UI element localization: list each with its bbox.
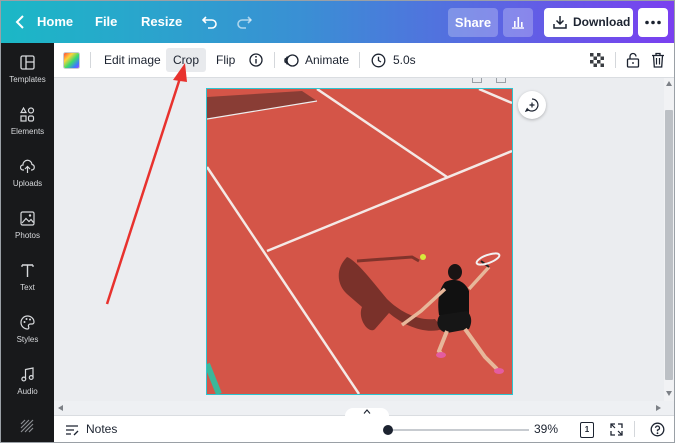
undo-icon[interactable]	[202, 14, 218, 30]
app-window: Home File Resize Share Download Template…	[0, 0, 675, 443]
zoom-level[interactable]: 39%	[534, 416, 558, 442]
context-toolbar: Edit image Crop Flip Animate 5.0s	[54, 43, 674, 78]
toolbar-divider	[274, 52, 275, 68]
zoom-slider-handle[interactable]	[383, 425, 393, 435]
add-comment-icon	[525, 98, 539, 112]
color-picker-icon[interactable]	[63, 52, 80, 69]
download-icon	[553, 16, 567, 29]
more-apps-icon[interactable]	[20, 419, 35, 434]
pages-panel-handle[interactable]	[345, 408, 389, 416]
toolbar-divider	[359, 52, 360, 68]
toolbar-divider	[615, 52, 616, 68]
sidebar-item-label: Styles	[16, 335, 39, 344]
file-menu[interactable]: File	[95, 1, 117, 43]
sidebar-item-photos[interactable]: Photos	[1, 205, 54, 257]
home-button[interactable]: Home	[37, 1, 73, 43]
tennis-court-image	[207, 89, 512, 394]
info-icon[interactable]	[249, 53, 263, 67]
top-bar: Home File Resize Share Download	[1, 1, 674, 43]
sidebar-item-uploads[interactable]: Uploads	[1, 153, 54, 205]
duration-button[interactable]: 5.0s	[393, 43, 416, 77]
scroll-left-icon[interactable]	[58, 405, 63, 411]
sidebar-item-label: Audio	[17, 387, 38, 396]
download-label: Download	[573, 15, 631, 29]
animate-icon	[284, 54, 299, 67]
unlock-icon[interactable]	[626, 52, 640, 68]
sidebar-item-styles[interactable]: Styles	[1, 309, 54, 361]
duplicate-page-icon[interactable]	[472, 78, 482, 83]
zoom-slider[interactable]	[387, 429, 529, 431]
sidebar-item-audio[interactable]: Audio	[1, 361, 54, 413]
more-options-button[interactable]	[638, 8, 668, 37]
flip-button[interactable]: Flip	[216, 43, 235, 77]
sidebar-item-label: Templates	[9, 75, 46, 84]
add-comment-button[interactable]	[518, 91, 546, 119]
styles-icon	[20, 315, 35, 330]
text-icon	[21, 264, 34, 277]
toolbar-divider	[90, 52, 91, 68]
vertical-scrollbar[interactable]	[664, 78, 674, 401]
design-canvas[interactable]	[54, 78, 664, 415]
scroll-right-icon[interactable]	[656, 405, 661, 411]
fullscreen-icon[interactable]	[610, 423, 623, 436]
trash-icon[interactable]	[651, 52, 665, 68]
notes-button[interactable]: Notes	[86, 416, 117, 442]
insights-button[interactable]	[503, 8, 533, 37]
share-button[interactable]: Share	[448, 8, 498, 37]
sidebar-item-text[interactable]: Text	[1, 257, 54, 309]
help-icon[interactable]	[650, 422, 665, 437]
back-chevron-icon[interactable]	[15, 15, 25, 29]
sidebar-item-label: Photos	[15, 231, 40, 240]
more-icon	[645, 20, 661, 25]
templates-icon	[20, 55, 35, 70]
scroll-down-icon[interactable]	[666, 391, 672, 396]
sidebar-item-elements[interactable]: Elements	[1, 101, 54, 153]
uploads-icon	[20, 159, 35, 173]
vertical-scroll-thumb[interactable]	[665, 110, 673, 380]
download-button[interactable]: Download	[544, 8, 633, 37]
transparency-icon[interactable]	[590, 53, 604, 67]
elements-icon	[20, 107, 35, 122]
sidebar-item-templates[interactable]: Templates	[1, 49, 54, 101]
sidebar-item-label: Elements	[10, 127, 45, 136]
toolbar-divider	[634, 421, 635, 437]
scroll-up-icon[interactable]	[666, 81, 672, 86]
chevron-up-icon	[363, 409, 371, 414]
resize-button[interactable]: Resize	[141, 1, 182, 43]
redo-icon[interactable]	[236, 14, 252, 30]
photos-icon	[20, 211, 35, 226]
notes-icon	[66, 425, 79, 436]
edit-image-button[interactable]: Edit image	[104, 43, 161, 77]
tennis-photo[interactable]	[206, 88, 513, 395]
bar-chart-icon	[512, 17, 524, 29]
animate-button[interactable]: Animate	[305, 43, 349, 77]
crop-button[interactable]: Crop	[166, 48, 206, 72]
add-page-icon[interactable]	[496, 78, 506, 83]
sidebar-item-label: Uploads	[12, 179, 43, 188]
sidebar-item-label: Text	[20, 283, 35, 292]
audio-icon	[21, 367, 34, 382]
clock-icon	[371, 53, 386, 68]
page-count-button[interactable]: 1	[580, 422, 594, 438]
bottom-bar: Notes 39% 1	[54, 408, 674, 442]
sidebar: Templates Elements Uploads Photos Text S…	[1, 43, 54, 442]
